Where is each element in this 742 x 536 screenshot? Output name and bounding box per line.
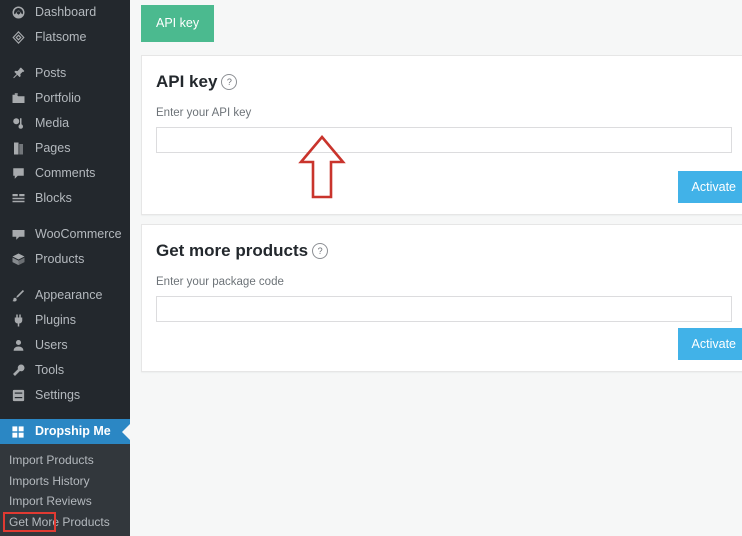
api-key-button-row: Activate	[678, 171, 742, 203]
api-key-input[interactable]	[156, 127, 732, 153]
activate-api-key-button[interactable]: Activate	[678, 171, 742, 203]
sidebar-item-pages[interactable]: Pages	[0, 136, 130, 161]
sidebar-item-users[interactable]: Users	[0, 333, 130, 358]
settings-sliders-icon	[9, 387, 27, 405]
grid-squares-icon	[9, 423, 27, 441]
sidebar-item-plugins[interactable]: Plugins	[0, 308, 130, 333]
sidebar-item-label: Plugins	[35, 308, 130, 333]
activate-package-code-button[interactable]: Activate	[678, 328, 742, 360]
package-code-input[interactable]	[156, 296, 732, 322]
sidebar-item-label: Dropship Me	[35, 419, 130, 444]
tab-bar: API key	[141, 5, 214, 42]
api-key-card-title: API key ?	[142, 56, 742, 92]
sidebar-item-label: Products	[35, 247, 130, 272]
sidebar-item-label: WooCommerce	[35, 222, 130, 247]
sidebar-item-products[interactable]: Products	[0, 247, 130, 272]
blocks-icon	[9, 190, 27, 208]
get-more-products-card-title: Get more products ?	[142, 225, 742, 261]
submenu-item-label: Imports History	[9, 474, 90, 488]
sidebar-item-label: Dashboard	[35, 0, 130, 25]
sidebar-item-label: Media	[35, 111, 130, 136]
submenu-item-imports-history[interactable]: Imports History	[0, 471, 130, 492]
comment-bubble-icon	[9, 165, 27, 183]
plugin-icon	[9, 312, 27, 330]
help-icon[interactable]: ?	[221, 74, 237, 90]
get-more-products-card: Get more products ? Enter your package c…	[141, 224, 742, 372]
sidebar-item-label: Comments	[35, 161, 130, 186]
sidebar-item-comments[interactable]: Comments	[0, 161, 130, 186]
dashboard-icon	[9, 4, 27, 22]
sidebar-item-woocommerce[interactable]: WooCommerce	[0, 222, 130, 247]
submenu-item-label: Import Products	[9, 453, 94, 467]
get-more-products-title-text: Get more products	[156, 241, 308, 261]
portfolio-folder-icon	[9, 90, 27, 108]
pin-icon	[9, 65, 27, 83]
api-key-title-text: API key	[156, 72, 217, 92]
paintbrush-icon	[9, 287, 27, 305]
submenu-item-label: Get More Products	[9, 515, 110, 529]
main-content: API key API key ? Enter your API key Act…	[130, 0, 742, 536]
sidebar-divider	[0, 408, 130, 419]
api-key-card: API key ? Enter your API key Activate	[141, 55, 742, 215]
user-icon	[9, 337, 27, 355]
help-icon[interactable]: ?	[312, 243, 328, 259]
dropship-me-submenu: Import Products Imports History Import R…	[0, 444, 130, 536]
wrench-icon	[9, 362, 27, 380]
submenu-item-import-products[interactable]: Import Products	[0, 450, 130, 471]
package-code-button-row: Activate	[678, 328, 742, 360]
products-box-icon	[9, 251, 27, 269]
sidebar-item-label: Blocks	[35, 186, 130, 211]
api-key-field-label: Enter your API key	[142, 92, 742, 119]
sidebar-divider	[0, 211, 130, 222]
sidebar-item-appearance[interactable]: Appearance	[0, 283, 130, 308]
submenu-item-activation[interactable]: Activation	[0, 532, 130, 536]
sidebar-item-label: Users	[35, 333, 130, 358]
sidebar-item-label: Pages	[35, 136, 130, 161]
sidebar-divider	[0, 272, 130, 283]
package-code-field-label: Enter your package code	[142, 261, 742, 288]
submenu-item-import-reviews[interactable]: Import Reviews	[0, 491, 130, 512]
admin-sidebar: Dashboard Flatsome Posts Portfolio	[0, 0, 130, 536]
sidebar-item-portfolio[interactable]: Portfolio	[0, 86, 130, 111]
flatsome-diamond-icon	[9, 29, 27, 47]
sidebar-item-label: Posts	[35, 61, 130, 86]
sidebar-item-dashboard[interactable]: Dashboard	[0, 0, 130, 25]
sidebar-item-tools[interactable]: Tools	[0, 358, 130, 383]
media-icon	[9, 115, 27, 133]
sidebar-item-label: Appearance	[35, 283, 130, 308]
sidebar-item-blocks[interactable]: Blocks	[0, 186, 130, 211]
submenu-item-get-more-products[interactable]: Get More Products	[0, 512, 130, 533]
tab-api-key[interactable]: API key	[141, 5, 214, 42]
sidebar-item-label: Flatsome	[35, 25, 130, 50]
woocommerce-icon	[9, 226, 27, 244]
sidebar-item-label: Portfolio	[35, 86, 130, 111]
submenu-item-label: Import Reviews	[9, 494, 92, 508]
sidebar-item-flatsome[interactable]: Flatsome	[0, 25, 130, 50]
sidebar-item-settings[interactable]: Settings	[0, 383, 130, 408]
sidebar-item-label: Settings	[35, 383, 130, 408]
sidebar-divider	[0, 50, 130, 61]
sidebar-item-media[interactable]: Media	[0, 111, 130, 136]
active-menu-pointer	[122, 424, 130, 440]
wordpress-admin-screen: Dashboard Flatsome Posts Portfolio	[0, 0, 742, 536]
sidebar-item-dropship-me[interactable]: Dropship Me	[0, 419, 130, 444]
pages-icon	[9, 140, 27, 158]
sidebar-item-posts[interactable]: Posts	[0, 61, 130, 86]
sidebar-item-label: Tools	[35, 358, 130, 383]
